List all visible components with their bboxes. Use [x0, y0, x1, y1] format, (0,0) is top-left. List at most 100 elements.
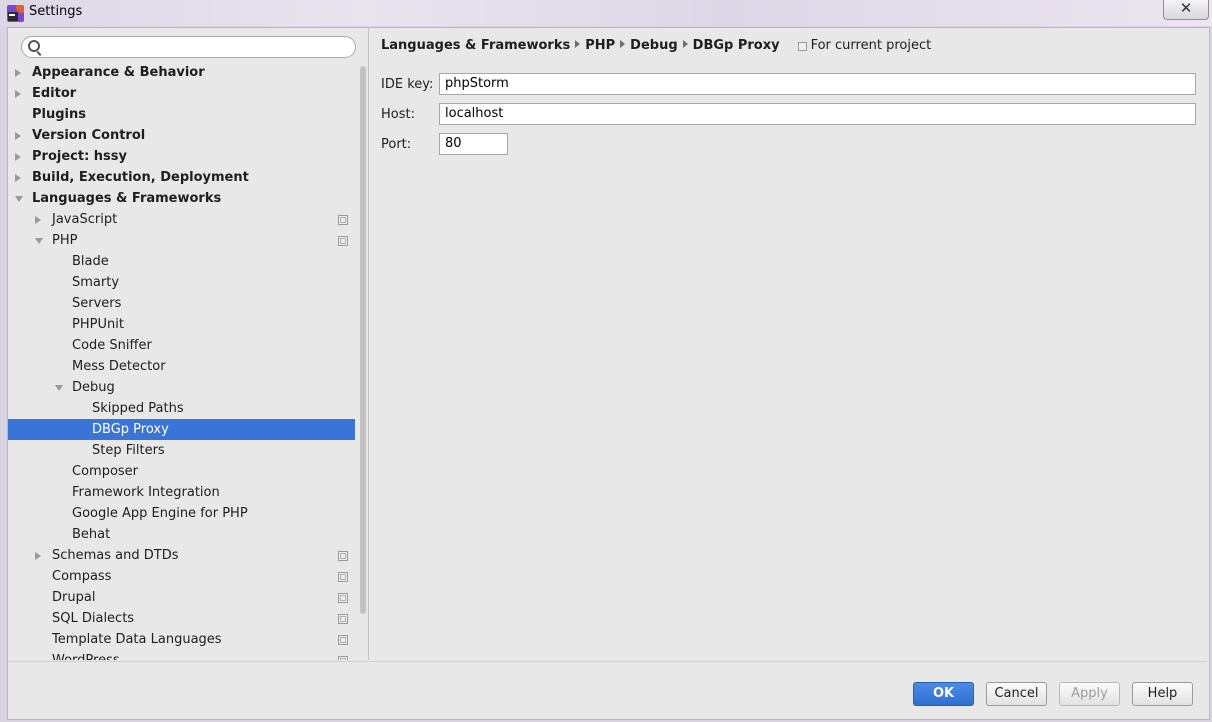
tree-item[interactable]: Code Sniffer — [8, 335, 355, 356]
tree-item-label: Languages & Frameworks — [32, 191, 222, 206]
tree-item-label: Step Filters — [92, 443, 165, 458]
tree-item[interactable]: PHPUnit — [8, 314, 355, 335]
sidebar-scrollbar[interactable] — [360, 66, 366, 614]
tree-item[interactable]: Behat — [8, 524, 355, 545]
expand-down-icon[interactable] — [35, 238, 43, 244]
tree-item[interactable]: Step Filters — [8, 440, 355, 461]
ide-key-input[interactable] — [439, 73, 1196, 95]
tree-item-label: Mess Detector — [72, 359, 166, 374]
project-level-icon — [338, 593, 348, 603]
tree-item[interactable]: Build, Execution, Deployment — [8, 167, 355, 188]
apply-button[interactable]: Apply — [1059, 682, 1120, 706]
tree-item-label: Smarty — [72, 275, 120, 290]
expand-right-icon[interactable] — [15, 153, 21, 161]
tree-item[interactable]: Composer — [8, 461, 355, 482]
project-level-icon — [338, 236, 348, 246]
tree-item-label: JavaScript — [52, 212, 118, 227]
breadcrumb: Languages & Frameworks PHP Debug DBGp Proxy… — [381, 38, 931, 53]
search-input[interactable] — [44, 39, 348, 55]
tree-item[interactable]: Compass — [8, 566, 355, 587]
tree-item[interactable]: Version Control — [8, 125, 355, 146]
tree-item[interactable]: Google App Engine for PHP — [8, 503, 355, 524]
tree-item-label: Framework Integration — [72, 485, 220, 500]
tree-item[interactable]: Schemas and DTDs — [8, 545, 355, 566]
close-button[interactable]: ✕ — [1163, 0, 1209, 20]
host-label: Host: — [381, 107, 415, 122]
tree-item[interactable]: WordPress — [8, 650, 355, 660]
expand-right-icon[interactable] — [35, 216, 41, 224]
expand-right-icon[interactable] — [35, 552, 41, 560]
tree-item-label: Blade — [72, 254, 109, 269]
expand-right-icon[interactable] — [15, 132, 21, 140]
tree-item-label: Servers — [72, 296, 122, 311]
breadcrumb-separator-icon — [682, 40, 688, 48]
project-level-icon — [338, 656, 348, 660]
expand-down-icon[interactable] — [55, 385, 63, 391]
expand-right-icon[interactable] — [15, 69, 21, 77]
expand-right-icon[interactable] — [15, 174, 21, 182]
tree-item-label: Behat — [72, 527, 111, 542]
tree-item[interactable]: Framework Integration — [8, 482, 355, 503]
tree-item[interactable]: Drupal — [8, 587, 355, 608]
tree-item-label: Project: hssy — [32, 149, 127, 164]
tree-item[interactable]: Plugins — [8, 104, 355, 125]
tree-item[interactable]: Smarty — [8, 272, 355, 293]
settings-content: Languages & Frameworks PHP Debug DBGp Proxy… — [369, 28, 1207, 660]
tree-item-label: Google App Engine for PHP — [72, 506, 248, 521]
settings-search[interactable] — [21, 36, 356, 58]
help-button[interactable]: Help — [1132, 682, 1193, 706]
tree-item-label: Plugins — [32, 107, 86, 122]
tree-item-label: Skipped Paths — [92, 401, 184, 416]
breadcrumb-current: DBGp Proxy — [692, 38, 780, 53]
tree-item[interactable]: Debug — [8, 377, 355, 398]
tree-item[interactable]: Skipped Paths — [8, 398, 355, 419]
search-icon — [28, 40, 40, 52]
tree-item[interactable]: Appearance & Behavior — [8, 62, 355, 83]
tree-item-label: Build, Execution, Deployment — [32, 170, 249, 185]
breadcrumb-item: Languages & Frameworks — [381, 38, 571, 53]
tree-item[interactable]: DBGp Proxy — [8, 419, 355, 440]
tree-item-label: Composer — [72, 464, 139, 479]
tree-item[interactable]: Servers — [8, 293, 355, 314]
scope-indicator: For current project — [797, 38, 931, 53]
tree-item[interactable]: Template Data Languages — [8, 629, 355, 650]
tree-item-label: SQL Dialects — [52, 611, 135, 626]
tree-item[interactable]: JavaScript — [8, 209, 355, 230]
ide-key-label: IDE key: — [381, 77, 434, 92]
host-input[interactable] — [439, 103, 1196, 125]
project-level-icon — [338, 215, 348, 225]
project-level-icon — [338, 572, 348, 582]
breadcrumb-separator-icon — [620, 40, 626, 48]
tree-item-label: Debug — [72, 380, 115, 395]
tree-item-label: Version Control — [32, 128, 146, 143]
tree-item-label: WordPress — [52, 650, 120, 660]
tree-item-label: PHPUnit — [72, 317, 124, 332]
tree-item[interactable]: Mess Detector — [8, 356, 355, 377]
settings-sidebar: Appearance & Behavior Editor Plugins Versio… — [8, 28, 369, 660]
port-label: Port: — [381, 137, 412, 152]
tree-item[interactable]: SQL Dialects — [8, 608, 355, 629]
tree-item-label: Code Sniffer — [72, 338, 152, 353]
project-scope-icon — [797, 42, 807, 51]
tree-item-label: Appearance & Behavior — [32, 65, 205, 80]
tree-item-label: PHP — [52, 233, 78, 248]
cancel-button[interactable]: Cancel — [986, 682, 1047, 706]
tree-item[interactable]: Editor — [8, 83, 355, 104]
dialog-footer: OK Cancel Apply Help — [8, 661, 1207, 718]
port-input[interactable] — [439, 133, 508, 155]
tree-item[interactable]: Languages & Frameworks — [8, 188, 355, 209]
phpstorm-app-icon — [7, 5, 24, 22]
window-title: Settings — [29, 4, 83, 19]
project-level-icon — [338, 614, 348, 624]
ok-button[interactable]: OK — [913, 682, 974, 706]
project-level-icon — [338, 551, 348, 561]
tree-item-label: DBGp Proxy — [92, 422, 169, 437]
expand-right-icon[interactable] — [15, 90, 21, 98]
tree-item-label: Drupal — [52, 590, 96, 605]
tree-item-label: Schemas and DTDs — [52, 548, 179, 563]
tree-item[interactable]: PHP — [8, 230, 355, 251]
title-bar: Settings ✕ — [0, 0, 1212, 26]
tree-item[interactable]: Project: hssy — [8, 146, 355, 167]
expand-down-icon[interactable] — [15, 196, 23, 202]
tree-item[interactable]: Blade — [8, 251, 355, 272]
